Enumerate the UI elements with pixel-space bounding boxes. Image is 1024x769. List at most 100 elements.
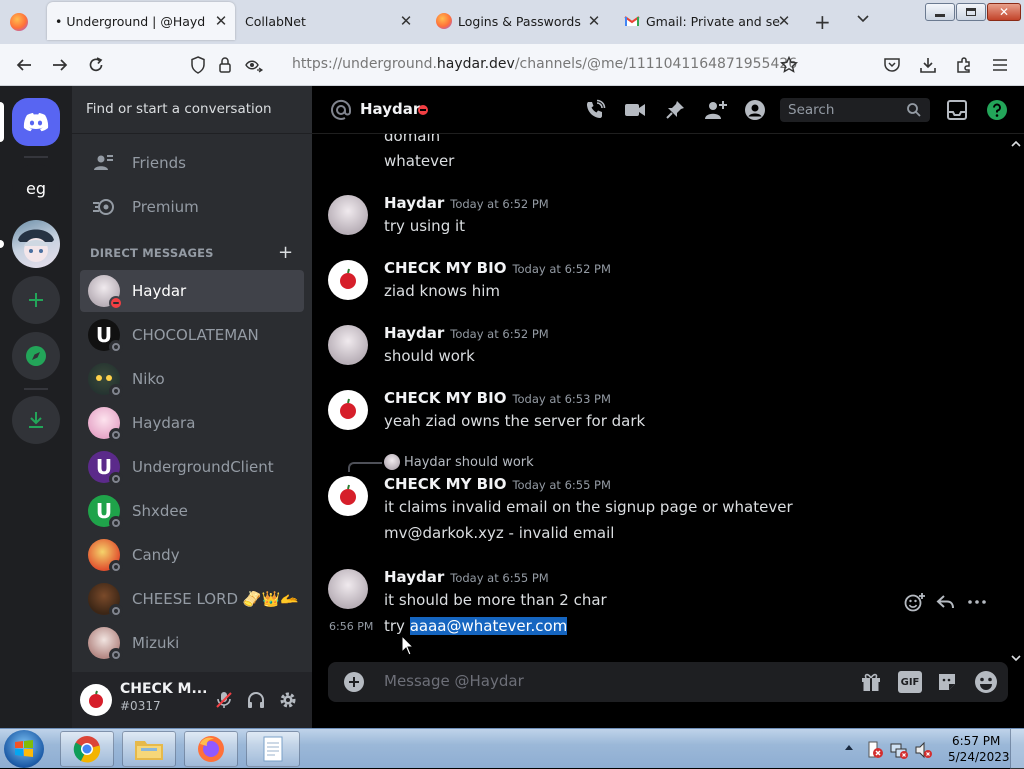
emoji-icon[interactable]: [974, 670, 998, 694]
reply-icon[interactable]: [936, 594, 956, 610]
message-item: CHECK MY BIO Today at 6:52 PM ziad knows …: [312, 259, 1012, 319]
close-tab-icon[interactable]: ✕: [776, 13, 792, 29]
dm-item-candy[interactable]: Candy: [80, 534, 304, 576]
message-author[interactable]: Haydar Today at 6:55 PM: [384, 568, 549, 586]
shield-icon[interactable]: [190, 56, 206, 74]
dm-item-shxdee[interactable]: U Shxdee: [80, 490, 304, 532]
forward-button[interactable]: [48, 53, 72, 77]
start-voice-call-icon[interactable]: [584, 99, 606, 121]
back-button[interactable]: [12, 53, 36, 77]
downloads-icon[interactable]: [916, 53, 940, 77]
server-anime-avatar[interactable]: [12, 220, 60, 268]
user-avatar[interactable]: [80, 684, 112, 716]
tab-underground[interactable]: • Underground | @Haydar ✕: [47, 2, 235, 40]
app-menu-icon[interactable]: [988, 53, 1012, 77]
headphones-icon[interactable]: [246, 690, 266, 710]
gift-icon[interactable]: [860, 672, 882, 692]
close-tab-icon[interactable]: ✕: [586, 13, 602, 29]
volume-muted-icon[interactable]: [914, 741, 932, 759]
premium-nav-item[interactable]: Premium: [80, 186, 304, 228]
message-composer[interactable]: Message @Haydar GIF: [328, 662, 1008, 702]
dm-item-undergroundclient[interactable]: U UndergroundClient: [80, 446, 304, 488]
find-conversation-button[interactable]: Find or start a conversation: [72, 86, 312, 134]
help-icon[interactable]: [986, 99, 1008, 121]
extensions-icon[interactable]: [952, 53, 976, 77]
more-options-icon[interactable]: [968, 600, 986, 604]
message-author[interactable]: CHECK MY BIO Today at 6:52 PM: [384, 259, 611, 277]
dm-item-haydara[interactable]: Haydara: [80, 402, 304, 444]
close-window-button[interactable]: ✕: [987, 3, 1021, 21]
message-author[interactable]: Haydar Today at 6:52 PM: [384, 324, 549, 342]
reload-button[interactable]: [84, 53, 108, 77]
mute-microphone-icon[interactable]: [214, 690, 234, 710]
explore-servers-button[interactable]: [12, 332, 60, 380]
url-bar[interactable]: https://underground.haydar.dev/channels/…: [184, 50, 810, 80]
dm-item-mizuki[interactable]: Mizuki: [80, 622, 304, 664]
pinned-messages-icon[interactable]: [664, 99, 686, 121]
sticker-icon[interactable]: [936, 671, 958, 693]
network-icon[interactable]: [890, 741, 908, 759]
start-video-call-icon[interactable]: [624, 99, 646, 121]
dm-item-niko[interactable]: Niko: [80, 358, 304, 400]
author-name: Haydar: [384, 568, 445, 586]
message-author[interactable]: CHECK MY BIO Today at 6:55 PM: [384, 475, 611, 493]
action-center-icon[interactable]: [866, 741, 884, 759]
tab-collabnet[interactable]: CollabNet ✕: [238, 2, 420, 40]
restore-button[interactable]: [956, 3, 986, 21]
show-hidden-icons-icon[interactable]: [844, 743, 854, 751]
taskbar-explorer[interactable]: [122, 731, 176, 767]
tab-logins[interactable]: Logins & Passwords ✕: [428, 2, 608, 40]
dm-item-cheese-lord[interactable]: CHEESE LORD 🫔👑🫴: [80, 578, 304, 620]
new-tab-icon[interactable]: +: [814, 10, 831, 34]
avatar[interactable]: [328, 476, 368, 516]
inbox-icon[interactable]: [946, 99, 968, 121]
close-tab-icon[interactable]: ✕: [398, 13, 414, 29]
clock-date[interactable]: 5/24/2023: [948, 750, 1010, 764]
message-input[interactable]: Message @Haydar: [384, 672, 524, 690]
user-profile-icon[interactable]: [744, 99, 766, 121]
lock-icon[interactable]: [218, 56, 232, 74]
gif-picker-icon[interactable]: GIF: [898, 671, 922, 693]
taskbar-firefox[interactable]: [184, 731, 238, 767]
friends-nav-item[interactable]: Friends: [80, 142, 304, 184]
chat-search-input[interactable]: Search: [780, 98, 930, 122]
dm-item-chocolateman[interactable]: U CHOCOLATEMAN: [80, 314, 304, 356]
message-timestamp: Today at 6:52 PM: [512, 262, 611, 276]
author-name: CHECK MY BIO: [384, 475, 507, 493]
avatar[interactable]: [328, 195, 368, 235]
clock-time[interactable]: 6:57 PM: [952, 734, 1000, 748]
reply-preview[interactable]: Haydar should work: [384, 454, 534, 470]
start-button[interactable]: [4, 730, 44, 768]
minimize-button[interactable]: [925, 3, 955, 21]
message-author[interactable]: CHECK MY BIO Today at 6:53 PM: [384, 389, 611, 407]
avatar[interactable]: [328, 325, 368, 365]
tab-gmail[interactable]: Gmail: Private and secure ✕: [616, 2, 798, 40]
discord-home-button[interactable]: [12, 98, 60, 146]
permissions-icon[interactable]: [244, 57, 264, 73]
settings-gear-icon[interactable]: [278, 690, 298, 710]
close-tab-icon[interactable]: ✕: [213, 13, 229, 29]
message-timestamp: Today at 6:55 PM: [512, 478, 611, 492]
upload-plus-icon[interactable]: [344, 672, 364, 692]
show-desktop-button[interactable]: [1010, 729, 1024, 769]
dm-item-haydar[interactable]: Haydar: [80, 270, 304, 312]
download-apps-button[interactable]: [12, 396, 60, 444]
add-friends-to-dm-icon[interactable]: [704, 99, 727, 121]
message-author[interactable]: Haydar Today at 6:52 PM: [384, 194, 549, 212]
taskbar-chrome[interactable]: [60, 731, 114, 767]
add-server-button[interactable]: [12, 276, 60, 324]
avatar[interactable]: [328, 260, 368, 300]
message-text: domain: [384, 134, 441, 145]
create-dm-icon[interactable]: +: [278, 242, 293, 263]
firefox-menu-icon[interactable]: [10, 13, 28, 31]
chat-scrollbar[interactable]: [1010, 134, 1022, 666]
avatar: U: [88, 451, 123, 486]
pocket-icon[interactable]: [880, 53, 904, 77]
bookmark-star-icon[interactable]: [780, 56, 798, 74]
add-reaction-icon[interactable]: [904, 592, 926, 612]
taskbar-notepad[interactable]: [246, 731, 300, 767]
avatar[interactable]: [328, 569, 368, 609]
list-tabs-icon[interactable]: [856, 14, 870, 24]
avatar[interactable]: [328, 390, 368, 430]
server-eg[interactable]: eg: [12, 164, 60, 212]
